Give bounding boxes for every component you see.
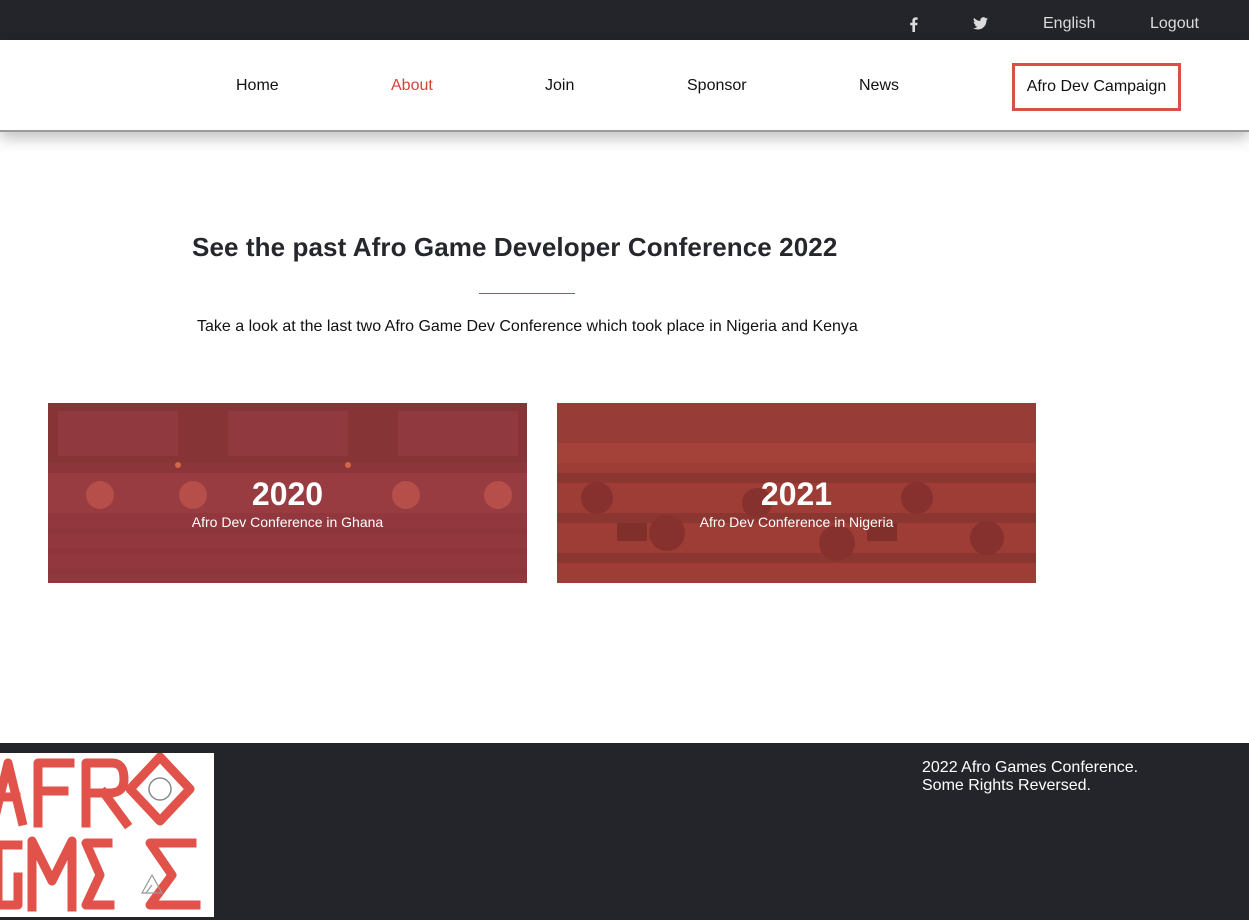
conference-card-2020[interactable]: 2020 Afro Dev Conference in Ghana [48, 403, 527, 583]
footer: 2022 Afro Games Conference. Some Rights … [0, 743, 1249, 920]
afro-games-logo [0, 753, 214, 917]
nav-join[interactable]: Join [545, 40, 574, 130]
afro-dev-campaign-button[interactable]: Afro Dev Campaign [1012, 63, 1181, 111]
conference-card-2021[interactable]: 2021 Afro Dev Conference in Nigeria [557, 403, 1036, 583]
card-year: 2021 [760, 476, 833, 512]
title-divider [479, 293, 575, 294]
nav-sponsor[interactable]: Sponsor [687, 40, 747, 130]
nav-news[interactable]: News [859, 40, 899, 130]
facebook-icon[interactable] [909, 0, 923, 40]
card-year: 2020 [251, 476, 324, 512]
copyright-line-2: Some Rights Reversed. [922, 777, 1091, 794]
copyright-line-1: 2022 Afro Games Conference. [922, 759, 1139, 776]
nav-home[interactable]: Home [236, 40, 279, 130]
page-subtitle: Take a look at the last two Afro Game De… [197, 318, 858, 335]
page-title: See the past Afro Game Developer Confere… [192, 232, 838, 262]
logout-link[interactable]: Logout [1150, 0, 1199, 40]
top-utility-bar: English Logout [0, 0, 1249, 40]
main-navigation: Home About Join Sponsor News Afro Dev Ca… [0, 40, 1249, 132]
nav-about[interactable]: About [391, 40, 433, 130]
card-caption: Afro Dev Conference in Nigeria [699, 514, 894, 530]
copyright-text: 2022 Afro Games Conference. Some Rights … [922, 759, 1222, 795]
twitter-icon[interactable] [973, 0, 991, 40]
language-selector[interactable]: English [1043, 0, 1095, 40]
card-caption: Afro Dev Conference in Ghana [191, 514, 384, 530]
